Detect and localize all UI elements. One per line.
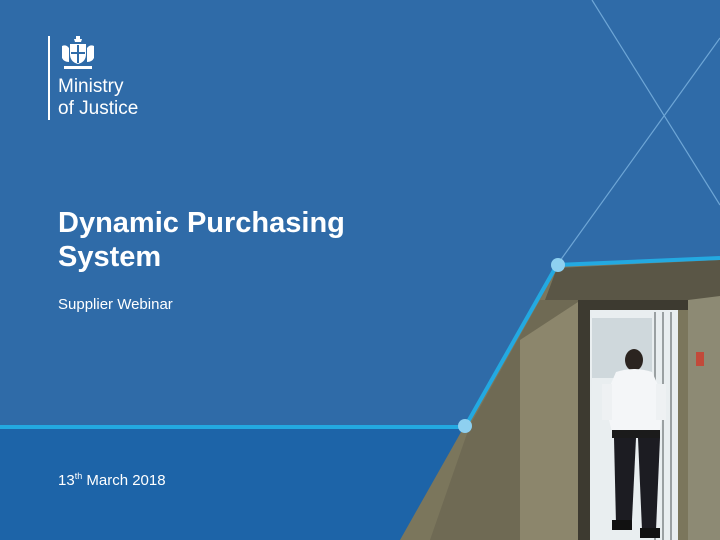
presentation-date: 13th March 2018	[58, 472, 166, 490]
title-line-2: System	[58, 241, 162, 273]
date-day: 13	[58, 472, 75, 489]
diagonal-line	[556, 37, 720, 266]
royal-crest-icon	[62, 36, 94, 69]
slide-title: Dynamic Purchasing System	[58, 206, 458, 274]
logo-wordmark: Ministry of Justice	[58, 76, 138, 120]
title-line-1: Dynamic Purchasing	[58, 207, 345, 239]
logo-divider	[48, 36, 50, 120]
logo-line-1: Ministry	[58, 76, 124, 97]
date-suffix: th	[74, 471, 83, 481]
date-rest: March 2018	[86, 472, 166, 489]
slide-subtitle: Supplier Webinar	[58, 296, 173, 313]
accent-dot	[458, 419, 472, 433]
corridor-photo	[400, 258, 720, 540]
title-slide: Ministry of Justice Dynamic Purchasing S…	[0, 0, 720, 540]
accent-dot	[551, 258, 565, 272]
logo-line-2: of Justice	[58, 98, 139, 119]
diagonal-line	[591, 0, 720, 206]
